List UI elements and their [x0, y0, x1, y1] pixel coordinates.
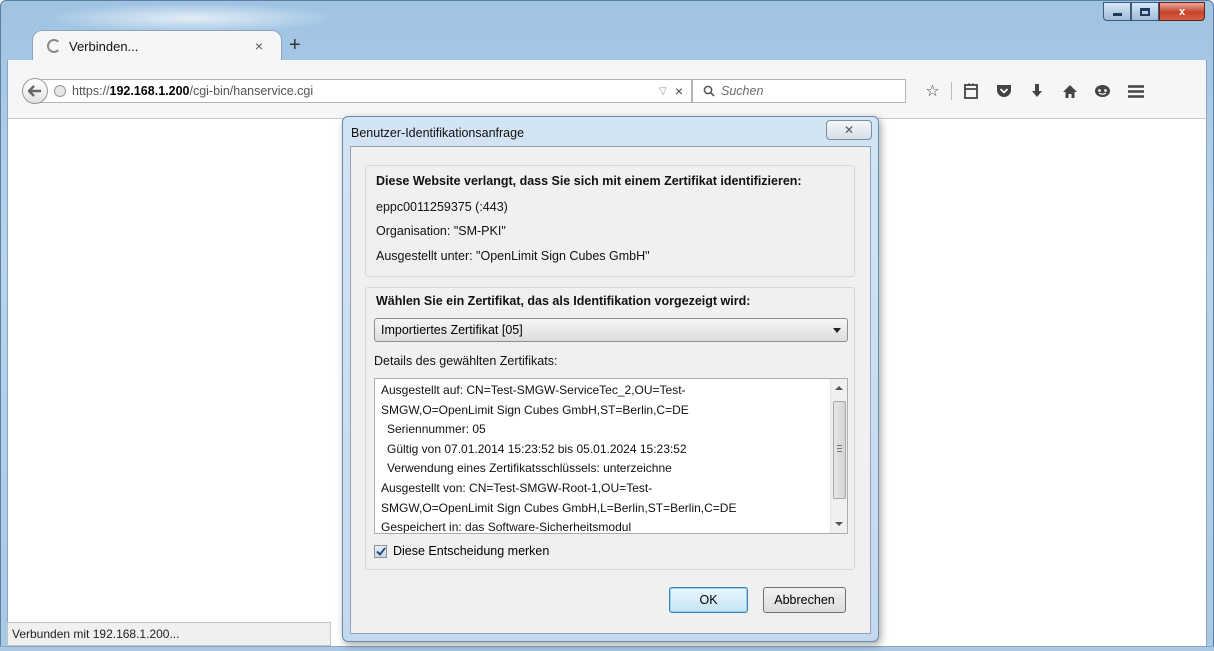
- site-issuer: Ausgestellt unter: "OpenLimit Sign Cubes…: [376, 249, 650, 263]
- cancel-button[interactable]: Abbrechen: [763, 587, 846, 613]
- certificate-section: Wählen Sie ein Zertifikat, das als Ident…: [365, 287, 855, 570]
- detail-line: SMGW,O=OpenLimit Sign Cubes GmbH,L=Berli…: [381, 500, 737, 515]
- window-close-button[interactable]: x: [1159, 2, 1205, 21]
- detail-line: Gespeichert in: das Software-Sicherheits…: [381, 520, 632, 534]
- tab-title: Verbinden...: [69, 38, 139, 54]
- detail-line: Verwendung eines Zertifikatsschlüssels: …: [387, 461, 672, 476]
- stop-icon[interactable]: ×: [675, 83, 683, 99]
- menu-icon[interactable]: [1119, 78, 1152, 104]
- navigation-toolbar: https://192.168.1.200/cgi-bin/hanservice…: [7, 60, 1207, 118]
- certificate-details-textarea[interactable]: Ausgestellt auf: CN=Test-SMGW-ServiceTec…: [374, 378, 848, 534]
- remember-decision-checkbox[interactable]: [374, 544, 387, 558]
- url-bar[interactable]: https://192.168.1.200/cgi-bin/hanservice…: [34, 79, 692, 103]
- site-host: eppc0011259375 (:443): [376, 200, 508, 214]
- details-label: Details des gewählten Zertifikats:: [374, 354, 558, 368]
- frame-glow: [41, 3, 341, 33]
- download-icon[interactable]: [1020, 78, 1053, 104]
- url-prefix: https://: [72, 84, 110, 98]
- new-tab-button[interactable]: +: [289, 35, 301, 55]
- certificate-select-value: Importiertes Zertifikat [05]: [381, 323, 523, 337]
- scroll-thumb[interactable]: [833, 401, 846, 499]
- remember-decision-label: Diese Entscheidung merken: [393, 544, 550, 558]
- toolbar-separator: [951, 82, 952, 100]
- dialog-title: Benutzer-Identifikationsanfrage: [351, 126, 525, 140]
- toolbar-icons: ☆: [916, 78, 1152, 104]
- scroll-down-icon[interactable]: [835, 522, 843, 526]
- details-scrollbar[interactable]: [830, 379, 847, 533]
- detail-line: Ausgestellt auf: CN=Test-SMGW-ServiceTec…: [381, 383, 686, 397]
- chat-icon[interactable]: [1086, 78, 1119, 104]
- detail-line: Seriennummer: 05: [387, 422, 486, 437]
- certificate-select[interactable]: Importiertes Zertifikat [05]: [374, 318, 848, 342]
- loading-spinner-icon: [47, 39, 61, 53]
- minimize-button[interactable]: [1103, 2, 1131, 21]
- back-button[interactable]: [22, 78, 48, 104]
- site-info-section: Diese Website verlangt, dass Sie sich mi…: [365, 165, 855, 277]
- tab-close-icon[interactable]: ×: [255, 38, 263, 54]
- reading-list-icon[interactable]: [954, 78, 987, 104]
- ok-button[interactable]: OK: [669, 587, 748, 613]
- back-arrow-icon: [28, 85, 41, 97]
- dialog-body: Diese Website verlangt, dass Sie sich mi…: [350, 146, 871, 634]
- detail-line: Gültig von 07.01.2014 15:23:52 bis 05.01…: [387, 441, 687, 456]
- site-heading: Diese Website verlangt, dass Sie sich mi…: [376, 174, 802, 188]
- chevron-down-icon: [833, 327, 841, 333]
- maximize-icon: [1140, 7, 1150, 16]
- minimize-icon: [1112, 12, 1122, 16]
- pocket-icon[interactable]: [987, 78, 1020, 104]
- search-bar[interactable]: Suchen: [692, 79, 906, 103]
- url-path: /cgi-bin/hanservice.cgi: [189, 84, 314, 98]
- remember-decision-row[interactable]: Diese Entscheidung merken: [374, 544, 549, 558]
- scroll-grip-icon: [837, 445, 842, 446]
- window-bottom-border: [0, 646, 1214, 651]
- search-placeholder: Suchen: [721, 84, 764, 98]
- url-host: 192.168.1.200: [109, 84, 190, 98]
- site-organisation: Organisation: "SM-PKI": [376, 224, 506, 238]
- window-caption-buttons: x: [1103, 2, 1205, 21]
- scroll-up-icon[interactable]: [835, 386, 843, 390]
- url-dropdown-icon[interactable]: ▽: [659, 86, 667, 97]
- status-bar: Verbunden mit 192.168.1.200...: [7, 622, 331, 646]
- checkmark-icon: [375, 546, 386, 556]
- bookmark-star-icon[interactable]: ☆: [916, 78, 949, 104]
- search-icon: [703, 85, 715, 97]
- certificate-details-text: Ausgestellt auf: CN=Test-SMGW-ServiceTec…: [381, 381, 827, 534]
- client-auth-dialog: Benutzer-Identifikationsanfrage ✕ Diese …: [342, 116, 879, 642]
- home-icon[interactable]: [1053, 78, 1086, 104]
- site-identity-icon[interactable]: [54, 85, 66, 97]
- certificate-heading: Wählen Sie ein Zertifikat, das als Ident…: [376, 294, 751, 308]
- close-icon: ✕: [843, 123, 855, 137]
- tab-connecting[interactable]: Verbinden... ×: [32, 30, 282, 61]
- dialog-close-button[interactable]: ✕: [826, 120, 872, 140]
- detail-line: Ausgestellt von: CN=Test-SMGW-Root-1,OU=…: [381, 480, 653, 495]
- detail-line: SMGW,O=OpenLimit Sign Cubes GmbH,ST=Berl…: [381, 402, 689, 417]
- url-text[interactable]: https://192.168.1.200/cgi-bin/hanservice…: [72, 84, 659, 98]
- maximize-button[interactable]: [1131, 2, 1159, 21]
